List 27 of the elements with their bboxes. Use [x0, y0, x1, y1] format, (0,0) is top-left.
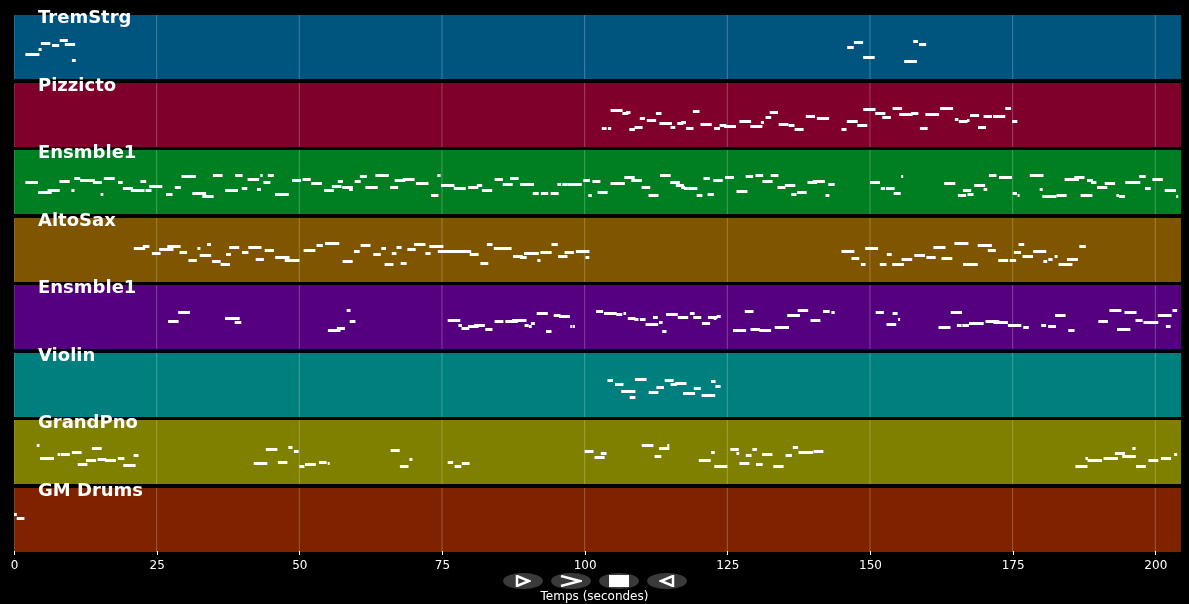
track-name: Ensmble1 [38, 277, 137, 297]
tick-label: 150 [859, 558, 882, 572]
tick-label: 200 [1144, 558, 1168, 572]
notes-drawing [14, 512, 25, 520]
back-icon [659, 575, 675, 587]
tick-label: 100 [573, 558, 597, 572]
axis-label: Temps (secondes) [540, 589, 649, 603]
tick-label: 25 [149, 558, 165, 572]
track-name: AltoSax [38, 209, 116, 230]
track-name: TremStrg [38, 7, 132, 27]
tick-label: 0 [10, 558, 19, 572]
tick-label: 50 [292, 558, 308, 572]
tick-label: 175 [1001, 558, 1025, 572]
tick-label: 75 [434, 558, 451, 572]
track-name: GM Drums [38, 479, 144, 500]
back-button[interactable] [647, 573, 687, 589]
chevron-right-icon [560, 575, 582, 587]
track-name: Pizzicto [38, 74, 117, 95]
track-name: Ensmble1 [38, 142, 137, 162]
stop-icon [609, 575, 629, 587]
play-button[interactable] [503, 573, 543, 589]
track-name: GrandPno [38, 412, 138, 432]
tick-label: 125 [716, 558, 740, 572]
stop-button[interactable] [599, 573, 639, 589]
forward-button[interactable] [551, 573, 591, 589]
play-icon [515, 575, 531, 587]
track-name: Violin [38, 344, 96, 365]
